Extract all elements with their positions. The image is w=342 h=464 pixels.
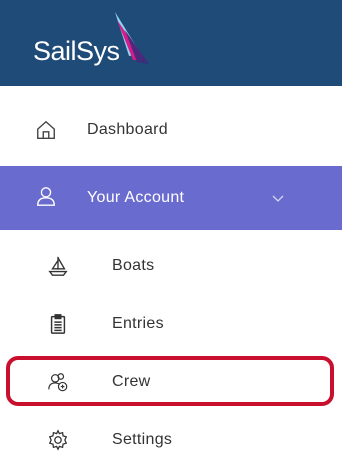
nav-item-entries[interactable]: Entries <box>0 300 342 348</box>
nav-label-crew: Crew <box>112 373 151 390</box>
nav-label-boats: Boats <box>112 257 155 274</box>
nav-item-dashboard[interactable]: Dashboard <box>0 106 342 154</box>
nav-item-crew[interactable]: Crew <box>0 358 342 406</box>
app-header: SailSys <box>0 0 342 86</box>
home-icon <box>34 118 58 142</box>
clipboard-icon <box>46 312 70 336</box>
logo-text: SailSys <box>33 36 120 66</box>
nav-label-settings: Settings <box>112 431 173 448</box>
crew-add-icon <box>46 370 70 394</box>
nav-item-your-account[interactable]: Your Account <box>0 166 342 230</box>
nav-label-your-account: Your Account <box>87 189 185 206</box>
sailsys-logo[interactable]: SailSys <box>29 10 169 80</box>
nav-item-settings[interactable]: Settings <box>0 416 342 464</box>
sailboat-icon <box>46 254 70 278</box>
gear-icon <box>46 428 70 452</box>
nav-item-boats[interactable]: Boats <box>0 242 342 290</box>
nav-label-entries: Entries <box>112 315 164 332</box>
chevron-down-icon[interactable] <box>270 190 286 206</box>
nav-label-dashboard: Dashboard <box>87 121 168 138</box>
user-icon <box>34 184 58 208</box>
